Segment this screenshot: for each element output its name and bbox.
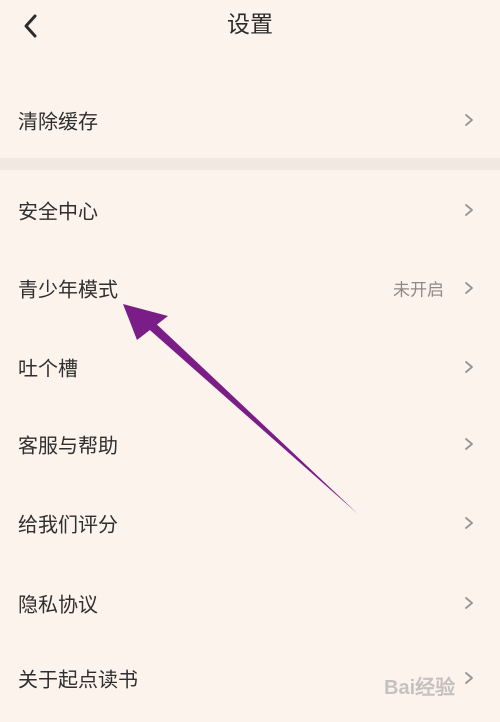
settings-item-label: 清除缓存 xyxy=(18,109,98,134)
settings-item-label: 隐私协议 xyxy=(18,592,98,617)
chevron-right-icon xyxy=(465,438,473,450)
chevron-right-icon xyxy=(465,204,473,216)
settings-item-label: 关于起点读书 xyxy=(18,667,138,692)
watermark-logo: Bai经验 xyxy=(384,672,480,702)
top-bar: 设置 xyxy=(0,0,500,50)
settings-item-feedback[interactable]: 吐个槽 xyxy=(0,335,500,399)
watermark-text: Bai经验 xyxy=(384,675,455,699)
page-title: 设置 xyxy=(227,12,273,38)
settings-item-youth-mode[interactable]: 青少年模式 未开启 xyxy=(0,256,500,320)
settings-item-label: 青少年模式 xyxy=(18,277,118,302)
settings-item-label: 安全中心 xyxy=(18,199,98,224)
settings-item-label: 给我们评分 xyxy=(18,512,118,537)
youth-mode-status: 未开启 xyxy=(393,280,444,301)
settings-item-security-center[interactable]: 安全中心 xyxy=(0,178,500,242)
chevron-right-icon xyxy=(465,597,473,609)
settings-item-customer-service[interactable]: 客服与帮助 xyxy=(0,412,500,476)
chevron-right-icon xyxy=(465,361,473,373)
chevron-right-icon xyxy=(465,114,473,126)
settings-item-clear-cache[interactable]: 清除缓存 xyxy=(0,88,500,152)
settings-item-privacy-policy[interactable]: 隐私协议 xyxy=(0,571,500,635)
settings-item-label: 客服与帮助 xyxy=(18,433,118,458)
chevron-right-icon xyxy=(465,282,473,294)
section-divider xyxy=(0,158,500,170)
settings-item-rate-us[interactable]: 给我们评分 xyxy=(0,491,500,555)
settings-item-label: 吐个槽 xyxy=(18,356,78,381)
chevron-right-icon xyxy=(465,517,473,529)
